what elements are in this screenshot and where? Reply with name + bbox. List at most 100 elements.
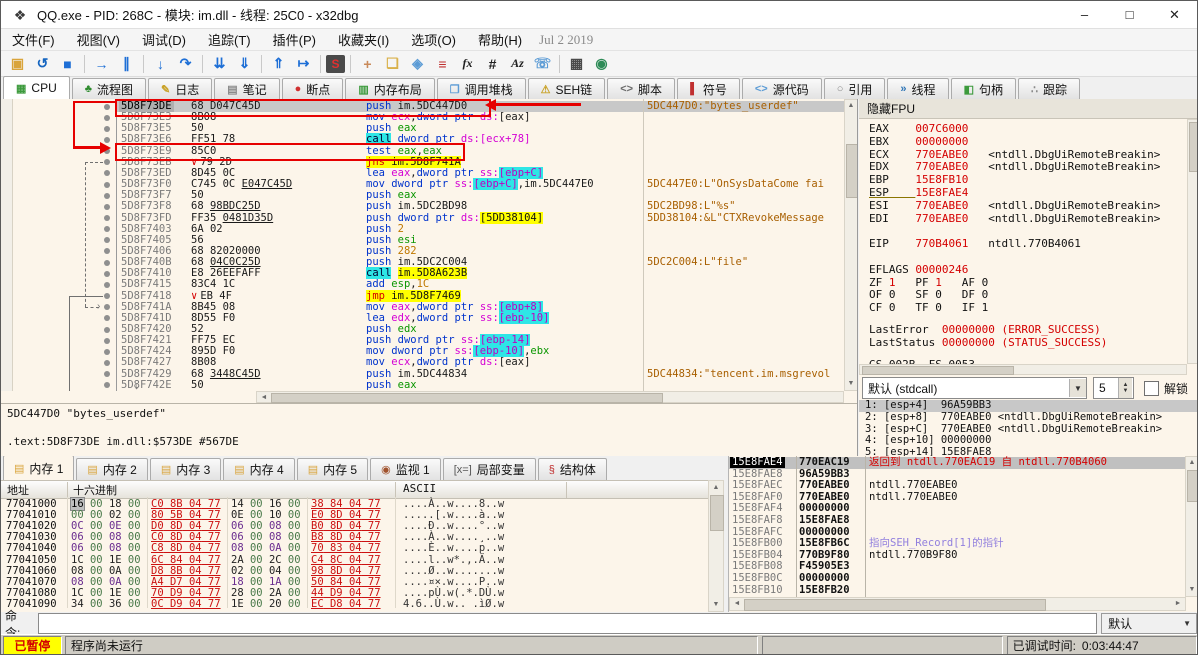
unlock-checkbox[interactable] — [1144, 380, 1159, 396]
run-icon[interactable]: → — [90, 53, 113, 74]
breakpoint-dot[interactable] — [104, 281, 110, 288]
tab-source[interactable]: <> 源代码 — [741, 78, 822, 99]
breakpoint-dot[interactable] — [104, 226, 110, 233]
calculator-icon[interactable]: ▦ — [565, 53, 588, 74]
disasm-row[interactable]: 5D8F742E 50 push eax — [1, 379, 844, 391]
menu-item-h[interactable]: 帮助(H) — [467, 29, 533, 50]
breakpoint-dot[interactable] — [104, 215, 110, 221]
menu-item-f[interactable]: 文件(F) — [1, 29, 66, 50]
breakpoint-dot[interactable] — [104, 125, 110, 132]
menu-item-t[interactable]: 追踪(T) — [197, 29, 262, 50]
breakpoint-dot[interactable] — [104, 203, 110, 210]
registers-vscrollbar[interactable] — [1187, 119, 1197, 364]
disasm-row[interactable]: 5D8F73FD FF35 0481D35D push dword ptr ds:[… — [1, 211, 844, 224]
register-row[interactable]: EIP 770B4061 ntdll.770B4061 — [869, 237, 1195, 251]
breakpoint-dot[interactable] — [104, 114, 110, 121]
step-into-icon[interactable]: ↓ — [149, 53, 172, 74]
tab-dump-2[interactable]: ▤ 内存 2 — [76, 458, 148, 480]
breakpoint-dot[interactable] — [104, 170, 110, 177]
scroll-up-arrow[interactable]: ▲ — [1186, 457, 1197, 469]
breakpoint-dot[interactable] — [104, 315, 110, 322]
tab-symbols[interactable]: ▌ 符号 — [677, 78, 740, 99]
registers-panel[interactable]: 隐藏FPU EAX 007C6000 EBX 00000000 ECX 770EAB… — [859, 99, 1197, 457]
menu-item-i[interactable]: 收藏夹(I) — [327, 29, 400, 50]
tab-call-stack[interactable]: ❐ 调用堆栈 — [436, 78, 526, 99]
globe-icon[interactable]: ◉ — [590, 53, 613, 74]
menu-item-o[interactable]: 选项(O) — [400, 29, 467, 50]
attach-icon[interactable]: ☏ — [531, 53, 554, 74]
tab-seh[interactable]: ⚠ SEH链 — [527, 78, 606, 99]
breakpoint-dot[interactable] — [104, 382, 110, 389]
tab-watch-1[interactable]: ◉ 监视 1 — [370, 458, 441, 480]
scroll-down-arrow[interactable]: ▼ — [1186, 584, 1197, 596]
breakpoint-dot[interactable] — [104, 270, 110, 277]
command-script-select[interactable]: 默认 ▼ — [1101, 613, 1197, 634]
arg-count-stepper[interactable]: 5 ▲ ▼ — [1093, 377, 1134, 399]
tab-struct[interactable]: § 结构体 — [537, 458, 607, 480]
breakpoint-dot[interactable] — [104, 326, 110, 333]
close-button[interactable]: ✕ — [1152, 1, 1197, 28]
scroll-left-arrow[interactable]: ◄ — [732, 598, 742, 610]
tab-handles[interactable]: ◧ 句柄 — [950, 78, 1016, 99]
stack-row[interactable]: 15E8FB0C 00000000 — [729, 572, 1186, 585]
stack-row[interactable]: 15E8FAF4 00000000 — [729, 503, 1186, 515]
patch-icon[interactable]: + — [356, 53, 379, 74]
tab-references[interactable]: ○ 引用 — [823, 78, 886, 99]
disassembly-panel[interactable]: 5D8F73DE 68 D047C45D push im.5DC447D0 5DC44… — [1, 99, 858, 456]
stack-row[interactable]: 15E8FB08 F45905E3 — [729, 561, 1186, 573]
calling-convention-select[interactable]: 默认 (stdcall) ▼ — [862, 377, 1087, 399]
breakpoint-dot[interactable] — [104, 371, 110, 378]
trace-into-icon[interactable]: ⇊ — [208, 53, 231, 74]
scroll-down-arrow[interactable]: ▼ — [845, 378, 857, 390]
comment-icon[interactable]: ❏ — [381, 53, 404, 74]
dump-vscrollbar[interactable]: ▲ ▼ — [708, 480, 724, 612]
registers-hscrollbar[interactable] — [859, 364, 1187, 375]
hash-icon[interactable]: # — [481, 53, 504, 74]
stack-panel[interactable]: 15E8FAE4 770EAC19 返回到 ntdll.770EAC19 自 ntd… — [728, 456, 1197, 612]
tab-dump-5[interactable]: ▤ 内存 5 — [296, 458, 369, 480]
register-row[interactable]: EDI 770EABE0 <ntdll.DbgUiRemoteBreakin> — [869, 212, 1195, 226]
stack-row[interactable]: 15E8FAF8 15E8FAE8 — [729, 514, 1186, 527]
maximize-button[interactable]: □ — [1107, 1, 1152, 28]
stack-vscrollbar[interactable]: ▲ ▼ — [1185, 456, 1197, 597]
scylla-icon[interactable]: S — [326, 54, 345, 73]
menu-item-p[interactable]: 插件(P) — [262, 29, 327, 50]
stop-icon[interactable]: ■ — [56, 53, 79, 74]
breakpoint-dot[interactable] — [104, 248, 110, 255]
breakpoint-dot[interactable] — [104, 304, 110, 311]
scroll-up-arrow[interactable]: ▲ — [709, 481, 723, 494]
tab-graph[interactable]: ♣ 流程图 — [71, 78, 146, 99]
last-status-row[interactable]: LastStatus 00000000 (STATUS_SUCCESS) — [869, 336, 1195, 350]
argument-row[interactable]: 2: [esp+8] 770EABE0 <ntdll.DbgUiRemoteBr… — [859, 411, 1197, 424]
dump-row[interactable]: 77041090 34 00 36 00 0C D9 04 77 1E 00 20 0… — [1, 598, 708, 610]
breakpoint-dot[interactable] — [104, 192, 110, 199]
command-input[interactable] — [38, 613, 1098, 634]
menu-item-d[interactable]: 调试(D) — [131, 29, 197, 50]
breakpoint-dot[interactable] — [104, 103, 110, 110]
tab-dump-4[interactable]: ▤ 内存 4 — [223, 458, 295, 480]
scroll-left-arrow[interactable]: ◄ — [259, 392, 269, 403]
run-to-user-code-icon[interactable]: ↦ — [292, 53, 315, 74]
scroll-down-arrow[interactable]: ▼ — [709, 598, 723, 611]
tab-script[interactable]: <> 脚本 — [607, 78, 676, 99]
tab-notes[interactable]: ▤ 笔记 — [214, 78, 280, 99]
breakpoint-dot[interactable] — [104, 181, 110, 188]
tab-dump-3[interactable]: ▤ 内存 3 — [149, 458, 222, 480]
execute-till-return-icon[interactable]: ⇓ — [233, 53, 256, 74]
breakpoint-dot[interactable] — [104, 293, 110, 300]
disasm-row[interactable]: 5D8F7415 83C4 1C add esp,1C — [1, 279, 844, 290]
chevron-down-icon[interactable]: ▼ — [1069, 379, 1086, 397]
label-icon[interactable]: ◈ — [406, 53, 429, 74]
pause-icon[interactable]: ∥ — [115, 53, 138, 74]
tab-memory-map[interactable]: ▥ 内存布局 — [345, 78, 435, 99]
tab-trace[interactable]: ∴ 跟踪 — [1017, 78, 1080, 99]
menu-item-v[interactable]: 视图(V) — [66, 29, 131, 50]
case-icon[interactable]: Az — [506, 53, 529, 74]
breakpoint-dot[interactable] — [104, 237, 110, 244]
stack-row[interactable]: 15E8FB04 770B9F80 ntdll.770B9F80 — [729, 549, 1186, 562]
dump-panel[interactable]: ▤ 内存 1 ▤ 内存 2 ▤ 内存 3 ▤ 内存 4 ▤ 内存 5 ◉ 监视 1 [x=] 局部变量 § 结… — [1, 456, 724, 612]
breakpoint-dot[interactable] — [104, 259, 110, 266]
restart-icon[interactable]: ↺ — [31, 53, 54, 74]
tab-log[interactable]: ✎ 日志 — [147, 78, 213, 99]
tab-dump-1[interactable]: ▤ 内存 1 — [3, 456, 75, 480]
